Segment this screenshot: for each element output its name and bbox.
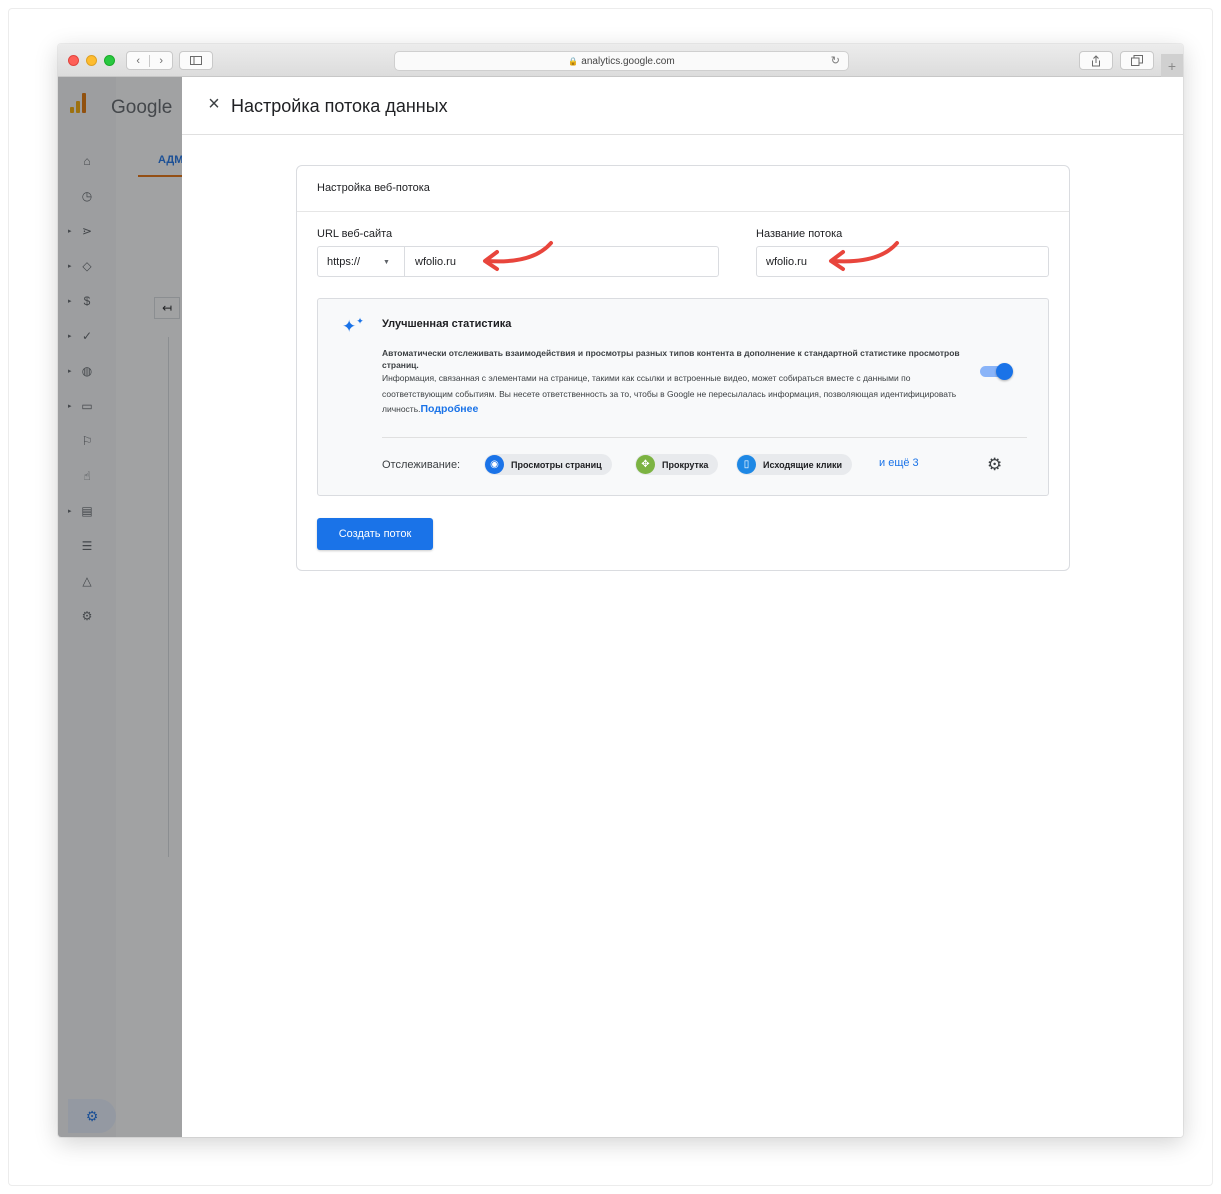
enhanced-measurement-description: Автоматически отслеживать взаимодействия… [382, 347, 974, 418]
share-icon [1092, 54, 1100, 66]
toggle-knob [996, 363, 1013, 380]
modal-scrim[interactable] [58, 77, 182, 1137]
minimize-window-button[interactable] [86, 55, 97, 66]
browser-window: ‹ › 🔒 analytics.google.com ↻ + Google ⌂ … [58, 44, 1183, 1137]
annotation-arrow-icon [483, 241, 553, 271]
dialog-title: Настройка потока данных [231, 96, 448, 116]
url-input[interactable]: wfolio.ru [415, 256, 456, 268]
enhanced-measurement-toggle[interactable] [980, 363, 1013, 380]
address-text: analytics.google.com [581, 55, 675, 67]
dialog-header: × Настройка потока данных [182, 77, 1183, 135]
gear-icon[interactable]: ⚙ [987, 455, 1002, 475]
chip-scroll: ✥ Прокрутка [635, 454, 719, 475]
browser-toolbar: ‹ › 🔒 analytics.google.com ↻ + [58, 44, 1183, 77]
enhanced-measurement-panel: ✦✦ Улучшенная статистика Автоматически о… [317, 298, 1049, 496]
chip-label: Просмотры страниц [511, 459, 602, 470]
mouse-icon: ▯ [737, 455, 756, 474]
tabs-icon [1131, 55, 1143, 66]
divider [382, 437, 1027, 438]
share-button[interactable] [1079, 51, 1113, 70]
chip-page-views: ◉ Просмотры страниц [484, 454, 612, 475]
eye-icon: ◉ [485, 455, 504, 474]
sidebar-toggle-button[interactable] [179, 51, 213, 70]
more-events-link[interactable]: и ещё 3 [879, 457, 919, 469]
stream-name-value: wfolio.ru [766, 255, 807, 268]
tracking-label: Отслеживание: [382, 459, 461, 471]
new-tab-button[interactable]: + [1161, 54, 1183, 77]
enhanced-measurement-title: Улучшенная статистика [382, 318, 512, 330]
chip-label: Прокрутка [662, 459, 709, 470]
sidebar-icon [190, 56, 202, 65]
close-icon[interactable]: × [204, 94, 224, 114]
close-window-button[interactable] [68, 55, 79, 66]
scroll-icon: ✥ [636, 455, 655, 474]
chevron-down-icon: ▼ [383, 259, 390, 266]
chip-outbound-clicks: ▯ Исходящие клики [736, 454, 853, 475]
create-stream-button[interactable]: Создать поток [317, 518, 433, 550]
address-bar[interactable]: 🔒 analytics.google.com ↻ [394, 51, 849, 71]
sparkle-icon: ✦✦ [342, 316, 364, 336]
zoom-window-button[interactable] [104, 55, 115, 66]
url-label: URL веб-сайта [317, 228, 393, 240]
back-button[interactable]: ‹ [127, 55, 149, 67]
protocol-select[interactable]: https:// ▼ [318, 247, 405, 276]
protocol-value: https:// [327, 255, 361, 268]
web-stream-card: Настройка веб-потока URL веб-сайта https… [296, 165, 1070, 571]
lock-icon: 🔒 [568, 56, 579, 66]
stream-setup-dialog: × Настройка потока данных Настройка веб-… [182, 77, 1183, 1137]
annotation-arrow-icon [829, 241, 899, 271]
reload-icon[interactable]: ↻ [831, 54, 840, 67]
tabs-overview-button[interactable] [1120, 51, 1154, 70]
learn-more-link[interactable]: Подробнее [421, 403, 479, 415]
card-title: Настройка веб-потока [297, 166, 1069, 212]
forward-button[interactable]: › [149, 54, 172, 67]
description-line-1: Автоматически отслеживать взаимодействия… [382, 348, 960, 370]
chip-label: Исходящие клики [763, 459, 843, 470]
history-nav: ‹ › [126, 51, 173, 70]
